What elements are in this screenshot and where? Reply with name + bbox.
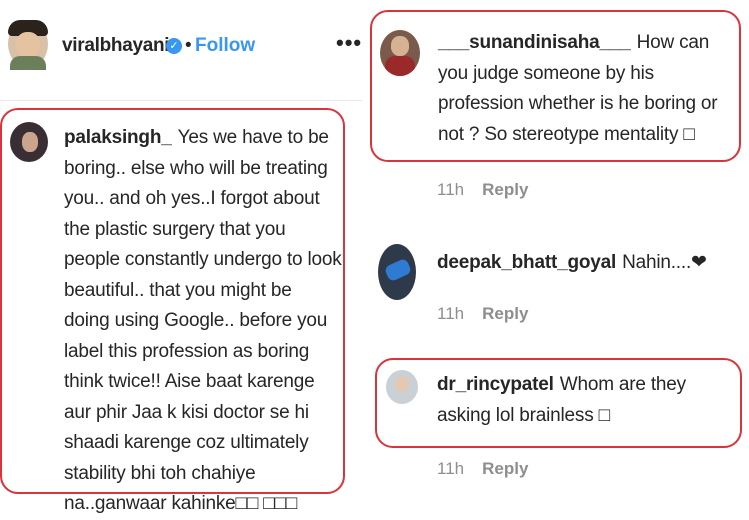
comment: palaksingh_ Yes we have to be boring.. el… — [64, 123, 342, 520]
comment-username[interactable]: ___sunandinisaha___ — [438, 32, 631, 53]
reply-button[interactable]: Reply — [482, 180, 528, 199]
post-header: viralbhayani ✓ • Follow ••• — [0, 0, 370, 98]
comment-body: Nahin....❤ — [622, 252, 707, 273]
comment: ___sunandinisaha___ How can you judge som… — [438, 28, 738, 150]
comment-meta: 11h Reply — [437, 304, 528, 324]
follow-button[interactable]: Follow — [195, 35, 255, 57]
avatar[interactable] — [10, 122, 48, 162]
comment-time: 11h — [437, 180, 465, 199]
comment-username[interactable]: deepak_bhatt_goyal — [437, 252, 616, 273]
avatar[interactable] — [378, 244, 416, 300]
avatar[interactable] — [8, 20, 48, 70]
comment: deepak_bhatt_goyal Nahin....❤ — [437, 248, 737, 279]
divider — [0, 100, 362, 101]
comment-time: 11h — [437, 459, 465, 478]
comment-meta: 11h Reply — [437, 459, 528, 479]
avatar[interactable] — [386, 370, 418, 404]
post-author-username[interactable]: viralbhayani — [62, 35, 170, 57]
comment-body: Yes we have to be boring.. else who will… — [64, 127, 342, 514]
comment-username[interactable]: palaksingh_ — [64, 127, 172, 148]
comment: dr_rincypatel Whom are they asking lol br… — [437, 370, 737, 431]
comment-meta: 11h Reply — [437, 180, 528, 200]
comment-time: 11h — [437, 304, 465, 323]
separator-dot: • — [185, 35, 192, 56]
avatar[interactable] — [380, 30, 420, 76]
verified-badge-icon: ✓ — [166, 38, 182, 54]
comment-username[interactable]: dr_rincypatel — [437, 374, 554, 395]
reply-button[interactable]: Reply — [482, 459, 528, 478]
more-options-icon[interactable]: ••• — [336, 30, 362, 56]
reply-button[interactable]: Reply — [482, 304, 528, 323]
